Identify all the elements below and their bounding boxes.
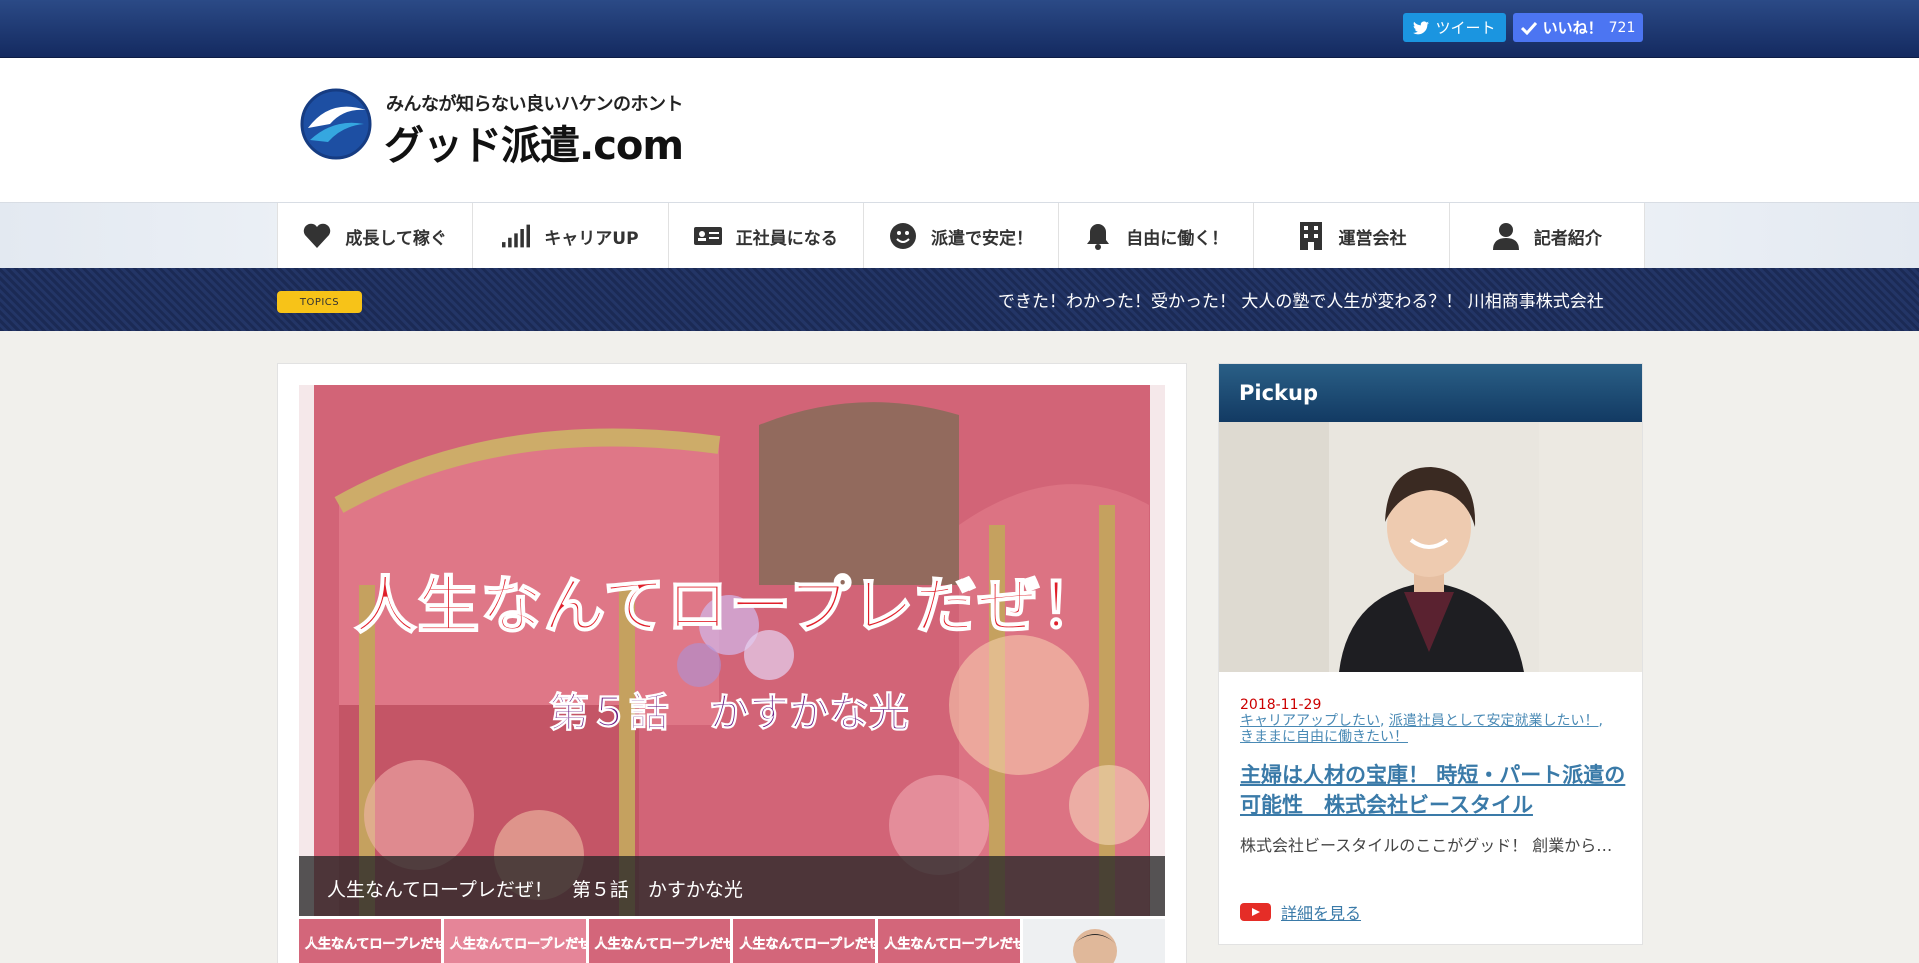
id-card-icon — [693, 222, 722, 250]
category-link[interactable]: 派遣社員として安定就業したい！ — [1389, 713, 1599, 729]
read-more-label: 詳細を見る — [1281, 904, 1362, 923]
nav-item-label: 運営会社 — [1338, 228, 1407, 249]
pickup-article-title[interactable]: 主婦は人材の宝庫！ 時短・パート派遣の可能性 株式会社ビースタイル — [1240, 760, 1630, 820]
pickup-photo[interactable] — [1219, 422, 1642, 672]
portrait-photo — [1219, 422, 1642, 672]
pickup-heading: Pickup — [1219, 364, 1642, 422]
nav-item-label: 成長して稼ぐ — [345, 228, 447, 249]
nav-item-freedom[interactable]: 自由に働く！ — [1059, 203, 1255, 269]
topics-bar: TOPICS できた！わかった！受かった！ 大人の塾で人生が変わる？！ 川相商事… — [0, 268, 1919, 331]
nav-item-stable[interactable]: 派遣で安定！ — [864, 203, 1060, 269]
pickup-categories: キャリアアップしたい, 派遣社員として安定就業したい！, きままに自由に働きたい… — [1240, 713, 1603, 745]
site-header: みんなが知らない良いハケンのホント グッド派遣.com — [0, 58, 1919, 202]
heart-icon — [303, 222, 331, 250]
nav-item-label: 記者紹介 — [1533, 228, 1602, 249]
thumbnail-text: 人生なんてロープレだぜ！ — [884, 937, 1021, 953]
nav-item-label: 派遣で安定！ — [930, 228, 1033, 249]
topics-badge: TOPICS — [277, 291, 362, 313]
nav-item-full-time[interactable]: 正社員になる — [669, 203, 864, 269]
top-bar: ツイート いいね！ 721 — [0, 0, 1919, 58]
category-link[interactable]: きままに自由に働きたい！ — [1240, 729, 1408, 745]
building-icon — [1297, 222, 1325, 250]
slider-thumbnails: 人生なんてロープレだぜ！ 人生なんてロープレだぜ！ 人生なんてロープレだぜ！ 人… — [299, 917, 1165, 963]
thumbnail[interactable]: 人生なんてロープレだぜ！ — [878, 919, 1021, 963]
like-button[interactable]: いいね！ 721 — [1513, 13, 1643, 42]
thumbnail-text: 人生なんてロープレだぜ！ — [739, 937, 876, 953]
thumbnail-active[interactable]: 人生なんてロープレだぜ！ — [441, 917, 588, 963]
topics-headline[interactable]: できた！わかった！受かった！ 大人の塾で人生が変わる？！ 川相商事株式会社 — [998, 287, 1604, 312]
nav-item-writers[interactable]: 記者紹介 — [1450, 203, 1645, 269]
thumbnail[interactable]: 人生なんてロープレだぜ！ — [588, 919, 731, 963]
smile-icon — [889, 222, 917, 250]
user-icon — [1492, 222, 1520, 250]
treasure-chest-illustration — [299, 385, 1165, 916]
nav-item-label: 正社員になる — [735, 228, 838, 249]
thumbnail[interactable]: 人生なんてロープレだぜ！ — [733, 919, 876, 963]
bell-icon — [1084, 222, 1112, 250]
read-more-link[interactable]: 詳細を見る — [1240, 900, 1361, 924]
checkmark-icon — [1520, 21, 1537, 35]
nav-item-company[interactable]: 運営会社 — [1254, 203, 1450, 269]
thumbnail-person[interactable] — [1023, 919, 1165, 963]
slide-image[interactable]: 人生なんてロープレだぜ！ 第５話 かすかな光 人生なんてロープレだぜ！ 第５話 … — [299, 385, 1165, 916]
pickup-sidebar: Pickup 2018-11-29 キャリアアップしたい, 派遣社員として安定就… — [1218, 363, 1643, 945]
thumbnail-text: 人生なんてロープレだぜ！ — [449, 937, 586, 953]
nav-item-grow-earn[interactable]: 成長して稼ぐ — [277, 203, 474, 269]
category-link[interactable]: キャリアアップしたい — [1240, 713, 1380, 729]
thumbnail-text: 人生なんてロープレだぜ！ — [305, 937, 441, 953]
slide-subheadline: 第５話 かすかな光 — [549, 690, 910, 737]
thumbnail[interactable]: 人生なんてロープレだぜ！ — [299, 919, 441, 963]
twitter-bird-icon — [1413, 20, 1430, 34]
signal-bars-icon — [502, 222, 531, 250]
logo-name: グッド派遣.com — [384, 123, 684, 169]
pickup-date: 2018-11-29 — [1240, 697, 1322, 713]
like-label: いいね！ — [1542, 19, 1603, 37]
nav-item-career-up[interactable]: キャリアUP — [473, 203, 669, 269]
youtube-icon — [1240, 903, 1271, 921]
slide-caption-text: 人生なんてロープレだぜ！ 第５話 かすかな光 — [327, 879, 743, 901]
nav-item-label: キャリアUP — [544, 228, 639, 249]
thumbnail-text: 人生なんてロープレだぜ！ — [594, 937, 731, 953]
main-nav: 成長して稼ぐ キャリアUP 正社員になる 派遣で安定！ 自由に働く！ 運営会社 … — [0, 202, 1919, 269]
site-logo[interactable]: みんなが知らない良いハケンのホント グッド派遣.com — [300, 86, 684, 169]
like-count: 721 — [1608, 19, 1636, 36]
tweet-label: ツイート — [1435, 19, 1496, 37]
slide-caption: 人生なんてロープレだぜ！ 第５話 かすかな光 — [299, 856, 1165, 916]
pickup-excerpt: 株式会社ビースタイルのここがグッド！ 創業から… — [1240, 836, 1613, 855]
slide-headline: 人生なんてロープレだぜ！ — [353, 568, 1104, 643]
tweet-button[interactable]: ツイート — [1403, 13, 1506, 42]
featured-slider: 人生なんてロープレだぜ！ 第５話 かすかな光 人生なんてロープレだぜ！ 第５話 … — [277, 363, 1187, 963]
nav-item-label: 自由に働く！ — [1126, 228, 1229, 249]
logo-emblem-icon — [300, 88, 372, 160]
person-photo — [1023, 919, 1165, 963]
